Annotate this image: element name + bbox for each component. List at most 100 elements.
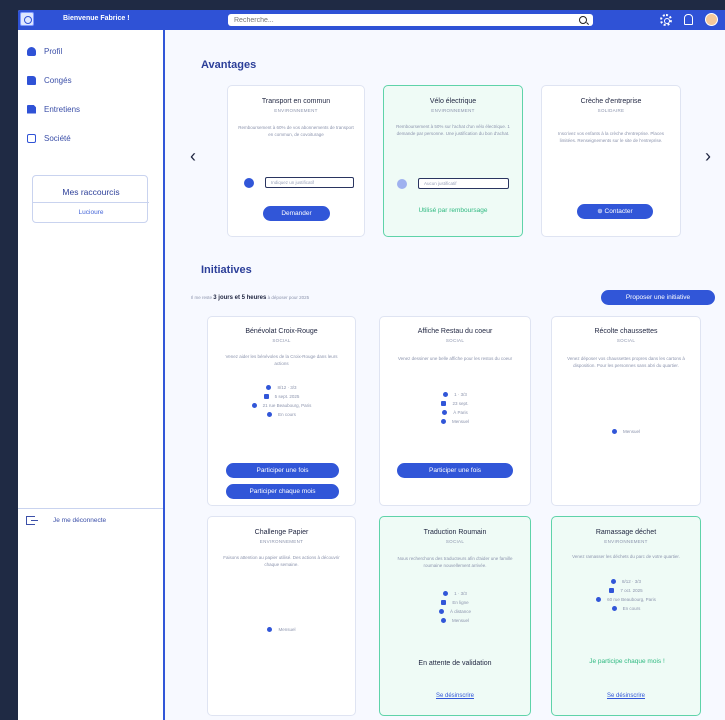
bell-icon[interactable] xyxy=(684,14,693,25)
participate-monthly-button[interactable]: Participer chaque mois xyxy=(226,484,339,499)
sidebar-item-profil[interactable]: Profil xyxy=(27,45,62,57)
location-icon xyxy=(251,403,257,408)
card-description: Venez ramasser les déchets du parc de vo… xyxy=(572,554,680,559)
card-title: Récolte chaussettes xyxy=(594,328,658,335)
frequency: Mensuel xyxy=(451,618,469,623)
card-category: ENVIRONNEMENT xyxy=(274,108,318,113)
calendar-icon xyxy=(609,588,615,593)
calendar-icon xyxy=(27,75,36,85)
sidebar-item-label: Société xyxy=(44,133,71,143)
status: En cours xyxy=(622,606,641,611)
top-bar: Bienvenue Fabrice ! xyxy=(18,10,725,30)
sidebar-item-label: Profil xyxy=(44,46,63,56)
demander-button[interactable]: Demander xyxy=(263,206,330,221)
logout-button[interactable]: Je me déconnecte xyxy=(26,516,106,525)
info-remaining-time: 3 jours et 5 heures xyxy=(213,295,267,301)
participants: 8/12 · 3/3 xyxy=(621,579,641,584)
participate-once-button[interactable]: Participer une fois xyxy=(226,463,339,478)
info-prefix: Il me reste xyxy=(191,295,213,300)
card-meta: 8/12 · 3/3 7 oct. 2025 60 rue Beaubourg,… xyxy=(552,579,700,611)
info-icon xyxy=(611,429,617,434)
document-icon xyxy=(27,104,36,114)
chevron-right-icon[interactable]: › xyxy=(705,146,711,167)
remaining-time-info: Il me reste 3 jours et 5 heures à dépose… xyxy=(191,295,309,301)
contacter-label: Contacter xyxy=(604,208,633,215)
card-meta: Mensuel xyxy=(208,627,355,632)
organization-icon xyxy=(27,133,36,143)
sidebar: Profil Congés Entretiens Société Mes rac… xyxy=(18,30,165,720)
avatar[interactable] xyxy=(705,13,718,26)
card-description: Venez déposer vos chaussettes propres da… xyxy=(567,356,685,368)
card-meta: 1 · 3/3 En ligne À distance Mensuel xyxy=(380,591,530,623)
user-icon xyxy=(443,392,449,397)
pending-status: En attente de validation xyxy=(418,660,492,667)
search-bar[interactable] xyxy=(228,14,593,26)
app-window: Bienvenue Fabrice ! Profil Congés Entret… xyxy=(18,10,725,720)
location-icon xyxy=(596,597,602,602)
logout-label: Je me déconnecte xyxy=(53,517,107,524)
card-category: SOCIAL xyxy=(445,338,465,343)
card-description: Venez aider les bénévoles de la Croix-Ro… xyxy=(225,354,338,366)
frequency: Mensuel xyxy=(622,429,640,434)
status-text: Utilisé par remboursage xyxy=(418,207,488,214)
advantage-card-transport: Transport en commun ENVIRONNEMENT Rembou… xyxy=(227,85,365,237)
card-category: SOCIAL xyxy=(272,338,291,343)
info-suffix: à déposer pour 2025 xyxy=(267,295,310,300)
card-title: Challenge Papier xyxy=(254,529,309,536)
divider xyxy=(18,508,163,509)
date: 23 sept. xyxy=(452,401,469,406)
unsubscribe-link[interactable]: Se désinscrire xyxy=(552,693,700,699)
search-icon[interactable] xyxy=(579,16,587,24)
justificatif-input[interactable]: Indiquez un justificatif xyxy=(265,177,354,188)
card-meta: 1 · 3/3 23 sept. À Paris Mensuel xyxy=(380,392,530,424)
calendar-icon xyxy=(441,401,447,406)
initiative-card-ramassage: Ramassage déchet ENVIRONNEMENT Venez ram… xyxy=(551,516,701,716)
card-title: Traduction Roumain xyxy=(423,529,487,536)
card-description: Inscrivez vos enfants à la crèche d'entr… xyxy=(558,131,664,143)
info-icon xyxy=(267,627,273,632)
advantage-card-velo: Vélo électrique ENVIRONNEMENT Remboursem… xyxy=(383,85,523,237)
sidebar-item-label: Entretiens xyxy=(44,104,81,114)
logout-icon xyxy=(26,516,38,525)
gear-icon[interactable] xyxy=(660,13,672,26)
section-title-avantages: Avantages xyxy=(201,59,257,71)
info-icon xyxy=(267,412,273,417)
sidebar-item-societe[interactable]: Société xyxy=(27,132,71,144)
card-category: ENVIRONNEMENT xyxy=(259,539,304,544)
shortcut-link[interactable]: Lucioure xyxy=(33,209,149,216)
upload-icon[interactable] xyxy=(397,179,407,189)
welcome-message: Bienvenue Fabrice ! xyxy=(63,15,130,22)
sidebar-item-entretiens[interactable]: Entretiens xyxy=(27,103,80,115)
sidebar-item-conges[interactable]: Congés xyxy=(27,74,72,86)
calendar-icon xyxy=(441,600,447,605)
initiative-card-restau-coeur: Affiche Restau du coeur SOCIAL Venez des… xyxy=(379,316,531,506)
app-logo[interactable] xyxy=(20,12,34,26)
card-title: Bénévolat Croix-Rouge xyxy=(245,328,318,335)
address: À distance xyxy=(449,609,471,614)
sidebar-item-label: Congés xyxy=(44,75,72,85)
user-icon xyxy=(610,579,616,584)
shortcuts-panel: Mes raccourcis Lucioure xyxy=(32,175,149,223)
contacter-button[interactable]: ⊕ Contacter xyxy=(577,204,653,219)
justificatif-input[interactable]: Aucun justificatif xyxy=(418,178,509,189)
address: 60 rue Beaubourg, Paris xyxy=(607,597,656,602)
card-category: ENVIRONNEMENT xyxy=(431,108,475,113)
participants: 1 · 3/3 xyxy=(454,392,467,397)
user-icon xyxy=(443,591,449,596)
info-icon xyxy=(440,419,446,424)
calendar-icon xyxy=(263,394,269,399)
card-title: Ramassage déchet xyxy=(595,529,657,536)
section-title-initiatives: Initiatives xyxy=(201,264,252,276)
unsubscribe-link[interactable]: Se désinscrire xyxy=(380,693,530,699)
search-input[interactable] xyxy=(234,15,554,25)
initiative-card-challenge-papier: Challenge Papier ENVIRONNEMENT Faisons a… xyxy=(207,516,356,716)
participate-once-button[interactable]: Participer une fois xyxy=(397,463,513,478)
chevron-left-icon[interactable]: ‹ xyxy=(190,146,196,167)
upload-icon[interactable] xyxy=(244,178,254,188)
card-description: Faisons attention au papier utilisé. Des… xyxy=(223,555,340,567)
user-icon xyxy=(266,385,272,390)
participants: 8/12 · 3/3 xyxy=(277,385,297,390)
card-meta: 8/12 · 3/3 5 sept. 2025 21 rue Beaubourg… xyxy=(208,385,355,417)
propose-initiative-button[interactable]: Proposer une initiative xyxy=(601,290,715,305)
status: En cours xyxy=(278,412,296,417)
